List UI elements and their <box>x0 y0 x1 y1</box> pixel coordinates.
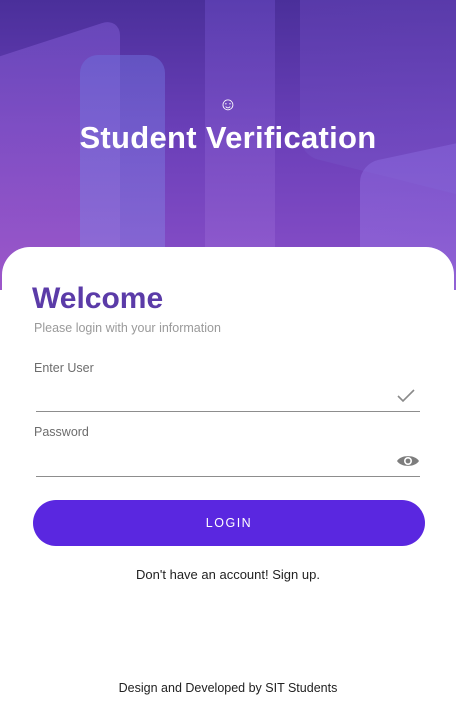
login-screen: ☺ Student Verification Welcome Please lo… <box>0 0 456 704</box>
user-field-label: Enter User <box>34 361 94 375</box>
welcome-subtitle: Please login with your information <box>34 321 221 335</box>
footer-credit: Design and Developed by SIT Students <box>118 681 338 695</box>
signup-link[interactable]: Don't have an account! Sign up. <box>0 567 456 582</box>
user-input-underline <box>36 411 420 412</box>
welcome-heading: Welcome <box>32 282 164 315</box>
password-input-underline <box>36 476 420 477</box>
password-field-label: Password <box>34 425 89 439</box>
app-title: Student Verification <box>79 120 377 155</box>
eye-icon[interactable] <box>396 453 420 469</box>
smile-icon: ☺ <box>218 94 238 114</box>
password-input[interactable] <box>36 446 424 478</box>
login-button[interactable]: LOGIN <box>33 500 425 546</box>
user-input[interactable] <box>36 381 424 413</box>
checkmark-icon <box>397 389 415 403</box>
